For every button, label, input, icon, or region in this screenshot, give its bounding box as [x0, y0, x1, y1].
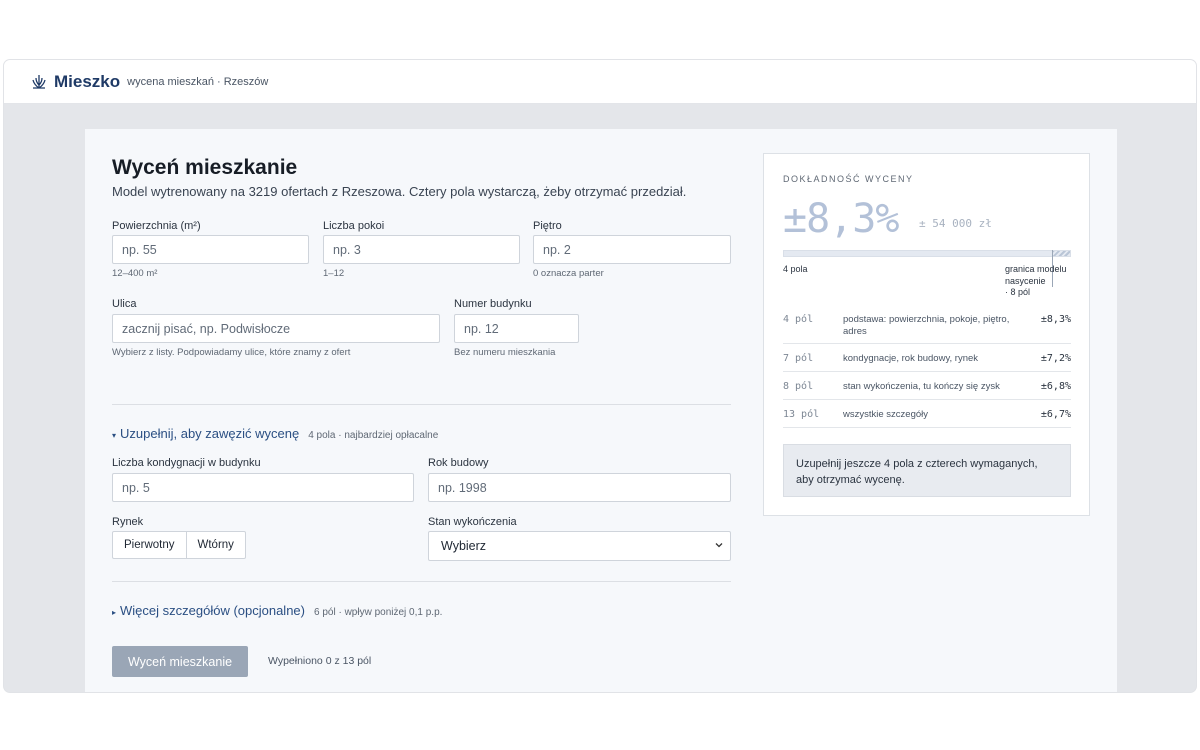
accuracy-panel: DOKŁADNOŚĆ WYCENY ±8,3% ± 54 000 zł 4 po…: [763, 153, 1090, 516]
rooms-input[interactable]: np. 3: [323, 235, 520, 264]
triangle-down-icon: ▾: [112, 431, 117, 440]
info-message: Uzupełnij jeszcze 4 pola z czterech wyma…: [783, 444, 1071, 497]
street-hint: Wybierz z listy. Podpowiadamy ulice, któ…: [112, 347, 351, 358]
year-input[interactable]: np. 1998: [428, 473, 731, 502]
bar-right-label-3: · 8 pól: [1005, 287, 1031, 297]
row-value: ±7,2%: [1040, 353, 1071, 364]
row-description: wszystkie szczegóły: [843, 409, 928, 420]
storeys-input[interactable]: np. 5: [112, 473, 414, 502]
accuracy-row: 13 pól wszystkie szczegóły ±6,7%: [783, 400, 1071, 428]
filled-counter: Wypełniono 0 z 13 pól: [268, 655, 372, 667]
accuracy-amount: ± 54 000 zł: [919, 217, 992, 230]
street-input[interactable]: zacznij pisać, np. Podwisłocze: [112, 314, 440, 343]
accuracy-title: DOKŁADNOŚĆ WYCENY: [783, 174, 914, 184]
section-more-note: 6 pól · wpływ poniżej 0,1 p.p.: [314, 607, 443, 618]
top-bar: Mieszko wycena mieszkań · Rzeszów: [4, 60, 1196, 104]
accuracy-row: 4 pól podstawa: powierzchnia, pokoje, pi…: [783, 312, 1071, 344]
valuation-card: Wyceń mieszkanie Model wytrenowany na 32…: [85, 129, 1117, 692]
building-number-hint: Bez numeru mieszkania: [454, 347, 556, 358]
bar-right-label-2: nasycenie: [1005, 276, 1046, 286]
bar-left-label: 4 pola: [783, 264, 808, 274]
submit-button[interactable]: Wyceń mieszkanie: [112, 646, 248, 677]
saturation-hatch: [1052, 251, 1070, 256]
row-fields: 8 pól: [783, 381, 814, 392]
finish-label: Stan wykończenia: [428, 516, 517, 528]
row-fields: 4 pól: [783, 314, 814, 325]
finish-select[interactable]: Wybierz: [428, 531, 731, 561]
logo-icon: [30, 73, 48, 91]
floor-input[interactable]: np. 2: [533, 235, 731, 264]
brand-tagline: wycena mieszkań · Rzeszów: [127, 75, 269, 88]
row-fields: 7 pól: [783, 353, 814, 364]
row-value: ±8,3%: [1040, 314, 1071, 325]
year-label: Rok budowy: [428, 457, 489, 469]
floor-hint: 0 oznacza parter: [533, 268, 604, 279]
triangle-right-icon: ▸: [112, 608, 117, 617]
accuracy-bar: [783, 250, 1071, 257]
market-option-primary[interactable]: Pierwotny: [113, 532, 186, 558]
area-label: Powierzchnia (m²): [112, 220, 201, 232]
bar-right-label-1: granica modelu: [1005, 264, 1067, 274]
section-narrow-title: Uzupełnij, aby zawęzić wycenę: [120, 426, 300, 441]
row-description: kondygnacje, rok budowy, rynek: [843, 353, 979, 364]
section-narrow-toggle[interactable]: ▾ Uzupełnij, aby zawęzić wycenę 4 pola ·…: [112, 426, 438, 441]
rooms-label: Liczba pokoi: [323, 220, 385, 232]
row-description: stan wykończenia, tu kończy się zysk: [843, 381, 1000, 392]
rooms-hint: 1–12: [323, 268, 345, 279]
page-title: Wyceń mieszkanie: [112, 156, 298, 179]
accuracy-row: 8 pól stan wykończenia, tu kończy się zy…: [783, 372, 1071, 400]
area-input[interactable]: np. 55: [112, 235, 309, 264]
chevron-down-icon: [714, 540, 724, 553]
accuracy-value: ±8,3%: [783, 196, 899, 242]
divider: [112, 581, 731, 582]
building-number-label: Numer budynku: [454, 298, 532, 310]
building-number-input[interactable]: np. 12: [454, 314, 579, 343]
app-window: Mieszko wycena mieszkań · Rzeszów Wyceń …: [3, 59, 1197, 693]
section-more-toggle[interactable]: ▸ Więcej szczegółów (opcjonalne) 6 pól ·…: [112, 603, 442, 618]
area-hint: 12–400 m²: [112, 268, 158, 279]
street-label: Ulica: [112, 298, 137, 310]
market-toggle: Pierwotny Wtórny: [112, 531, 246, 559]
market-label: Rynek: [112, 516, 144, 528]
row-value: ±6,7%: [1040, 409, 1071, 420]
finish-select-value: Wybierz: [441, 539, 487, 553]
accuracy-row: 7 pól kondygnacje, rok budowy, rynek ±7,…: [783, 344, 1071, 372]
section-narrow-note: 4 pola · najbardziej opłacalne: [308, 430, 439, 441]
row-fields: 13 pól: [783, 409, 820, 420]
section-more-title: Więcej szczegółów (opcjonalne): [120, 603, 305, 618]
row-value: ±6,8%: [1040, 381, 1071, 392]
page-subtitle: Model wytrenowany na 3219 ofertach z Rze…: [112, 184, 687, 199]
floor-label: Piętro: [533, 220, 562, 232]
brand-name[interactable]: Mieszko: [54, 72, 120, 92]
divider: [112, 404, 731, 405]
row-description: podstawa: powierzchnia, pokoje, piętro, …: [843, 314, 1010, 337]
storeys-label: Liczba kondygnacji w budynku: [112, 457, 261, 469]
market-option-secondary[interactable]: Wtórny: [185, 532, 245, 558]
